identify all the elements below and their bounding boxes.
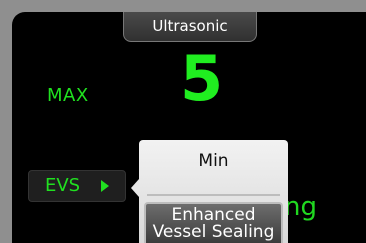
evs-mode-label: EVS bbox=[45, 175, 81, 196]
menu-option-min[interactable]: Min bbox=[139, 140, 288, 195]
generator-panel: Ultrasonic MAX 5 l ng EVS Min Enhanced V… bbox=[12, 12, 366, 243]
menu-option-enhanced-vessel-sealing[interactable]: Enhanced Vessel Sealing bbox=[144, 202, 283, 243]
menu-divider bbox=[147, 194, 280, 196]
triangle-right-icon bbox=[101, 180, 109, 192]
power-level-value: 5 bbox=[180, 42, 224, 115]
occluded-text-fragment-2: ng bbox=[284, 192, 317, 222]
evs-mode-button[interactable]: EVS bbox=[28, 170, 126, 202]
triangle-left-icon bbox=[131, 179, 139, 197]
menu-option-line-2: Vessel Sealing bbox=[152, 222, 275, 242]
panel-title: Ultrasonic bbox=[123, 12, 257, 42]
mode-menu: Min Enhanced Vessel Sealing bbox=[139, 140, 288, 243]
power-level-label: MAX bbox=[47, 85, 89, 106]
